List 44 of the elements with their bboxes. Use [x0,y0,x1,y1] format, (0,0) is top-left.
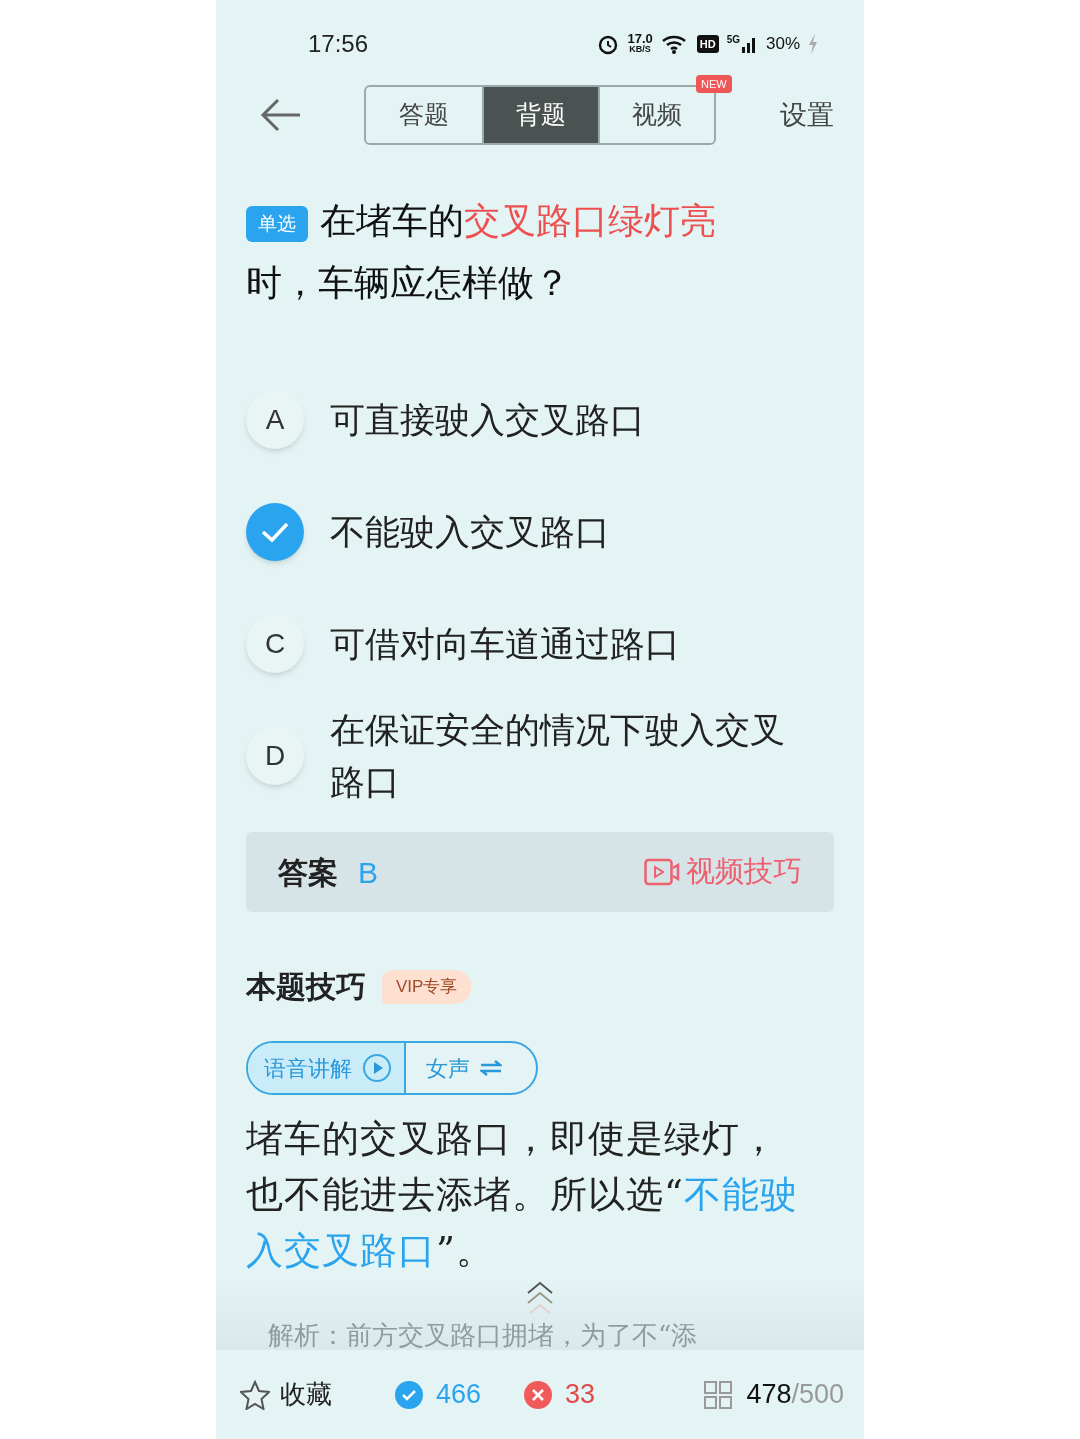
option-letter: C [246,615,304,673]
mode-tab[interactable]: 背题 [482,87,598,143]
settings-button[interactable]: 设置 [780,94,834,136]
answer-option[interactable]: C 可借对向车道通过路口 [246,588,834,700]
option-letter: D [246,727,304,785]
correct-count: 466 [436,1378,482,1412]
back-arrow-icon[interactable] [260,98,302,132]
correct-check-icon [394,1379,424,1410]
question-grid-button[interactable]: 478/500 [704,1374,844,1415]
question-type-badge: 单选 [246,206,308,242]
answer-value: B [358,854,378,891]
option-text: 在保证安全的情况下驶入交叉路口 [330,709,786,804]
hd-indicator: HD [696,35,719,53]
grid-icon [704,1380,733,1409]
new-badge: NEW [696,75,732,93]
charging-icon [808,34,818,54]
play-icon [362,1053,392,1083]
network-type: 5G [726,35,740,45]
mode-tab[interactable]: 答题 [366,87,482,143]
vip-badge: VIP专享 [382,969,472,1004]
option-text: 可借对向车道通过路口 [330,623,681,666]
question-text: 单选 在堵车的交叉路口绿灯亮 时，车辆应怎样做？ [246,199,717,305]
explanation-text: 堵车的交叉路口，即使是绿灯，也不能进去添堵。所以选“不能驶入交叉路口”。 [245,1116,799,1274]
answer-option[interactable]: A 可直接驶入交叉路口 [246,364,834,476]
answer-option[interactable]: D 在保证安全的情况下驶入交叉路口 [246,700,834,812]
option-text: 不能驶入交叉路口 [330,511,611,554]
status-time: 17:56 [308,29,369,59]
signal-icon [741,35,758,53]
expand-chevron-icon[interactable] [526,1281,554,1315]
wrong-cross-icon [523,1379,554,1410]
star-icon [240,1379,270,1410]
answer-option[interactable]: 不能驶入交叉路口 [246,476,834,588]
analysis-preview-text: 解析：前方交叉路口拥堵，为了不“添 [268,1319,698,1350]
battery-level: 30% [765,33,800,56]
wrong-count: 33 [565,1378,596,1412]
option-text: 可直接驶入交叉路口 [330,399,646,442]
tips-title: 本题技巧 [246,968,366,1006]
alarm-icon [597,33,620,55]
option-letter: A [246,391,304,449]
video-camera-icon [644,858,680,886]
answer-label: 答案 [278,853,338,892]
network-speed: 17.0 KB/S [627,34,653,54]
swap-icon [480,1059,502,1077]
favorite-button[interactable]: 收藏 [240,1375,332,1414]
